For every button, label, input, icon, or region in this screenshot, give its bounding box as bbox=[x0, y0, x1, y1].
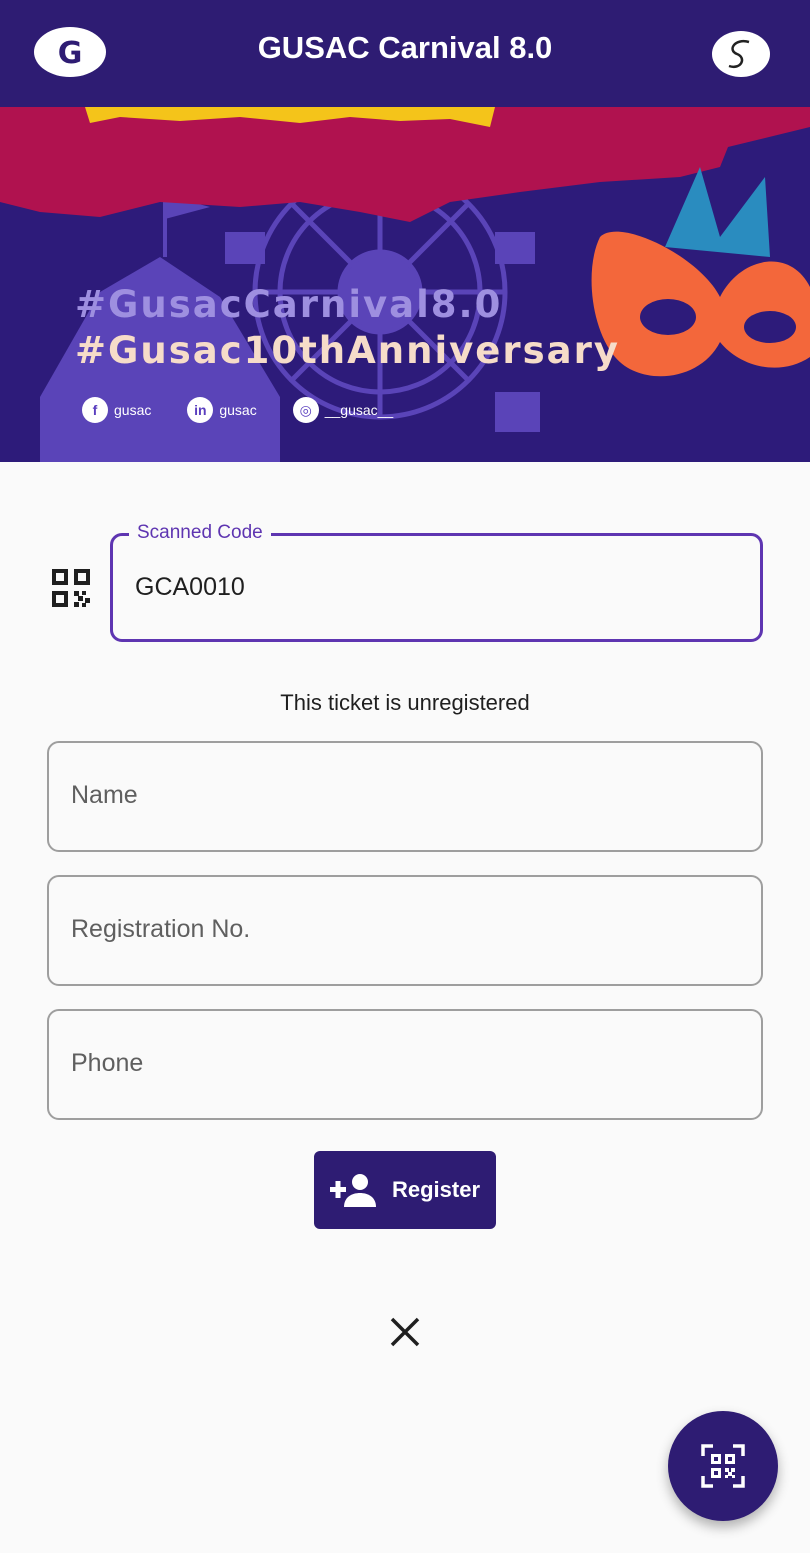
phone-field[interactable]: Phone bbox=[47, 1009, 763, 1120]
linkedin-icon: in bbox=[187, 397, 214, 423]
facebook-icon: f bbox=[82, 397, 108, 423]
person-add-icon bbox=[329, 1174, 376, 1207]
name-placeholder: Name bbox=[71, 781, 138, 809]
ticket-status-text: This ticket is unregistered bbox=[280, 690, 530, 715]
scan-qr-fab[interactable] bbox=[668, 1411, 778, 1521]
social-instagram: ◎ __gusac__ bbox=[292, 397, 394, 423]
instagram-icon: ◎ bbox=[292, 397, 319, 423]
social-handle: __gusac__ bbox=[324, 402, 394, 418]
social-handle: gusac bbox=[219, 402, 257, 418]
register-label: Register bbox=[391, 1177, 481, 1202]
register-button[interactable]: Register bbox=[314, 1151, 496, 1229]
app-title: GUSAC Carnival 8.0 bbox=[257, 30, 553, 65]
banner-hashtag-2: #Gusac10thAnniversary bbox=[75, 329, 620, 372]
banner-hashtag-1: #GusacCarnival8.0 bbox=[75, 283, 503, 326]
name-field[interactable]: Name bbox=[47, 741, 763, 852]
scanned-code-value: GCA0010 bbox=[135, 573, 245, 601]
social-handle: gusac bbox=[114, 402, 152, 418]
app-bar: G GUSAC Carnival 8.0 bbox=[0, 0, 810, 107]
social-linkedin: in gusac bbox=[187, 397, 257, 423]
qr-scan-icon bbox=[701, 1444, 745, 1488]
scanned-code-field[interactable]: Scanned Code GCA0010 bbox=[110, 522, 763, 642]
social-facebook: f gusac bbox=[82, 397, 151, 423]
close-icon[interactable] bbox=[387, 1314, 423, 1350]
banner-socials: f gusac in gusac ◎ __gusac__ bbox=[82, 397, 429, 423]
event-banner: #GusacCarnival8.0 #Gusac10thAnniversary … bbox=[0, 107, 810, 462]
qr-code-icon bbox=[52, 569, 90, 607]
scanned-code-label: Scanned Code bbox=[129, 522, 271, 544]
phone-placeholder: Phone bbox=[71, 1049, 144, 1077]
signature-logo-icon[interactable] bbox=[711, 28, 771, 80]
registration-placeholder: Registration No. bbox=[71, 915, 251, 943]
registration-number-field[interactable]: Registration No. bbox=[47, 875, 763, 986]
